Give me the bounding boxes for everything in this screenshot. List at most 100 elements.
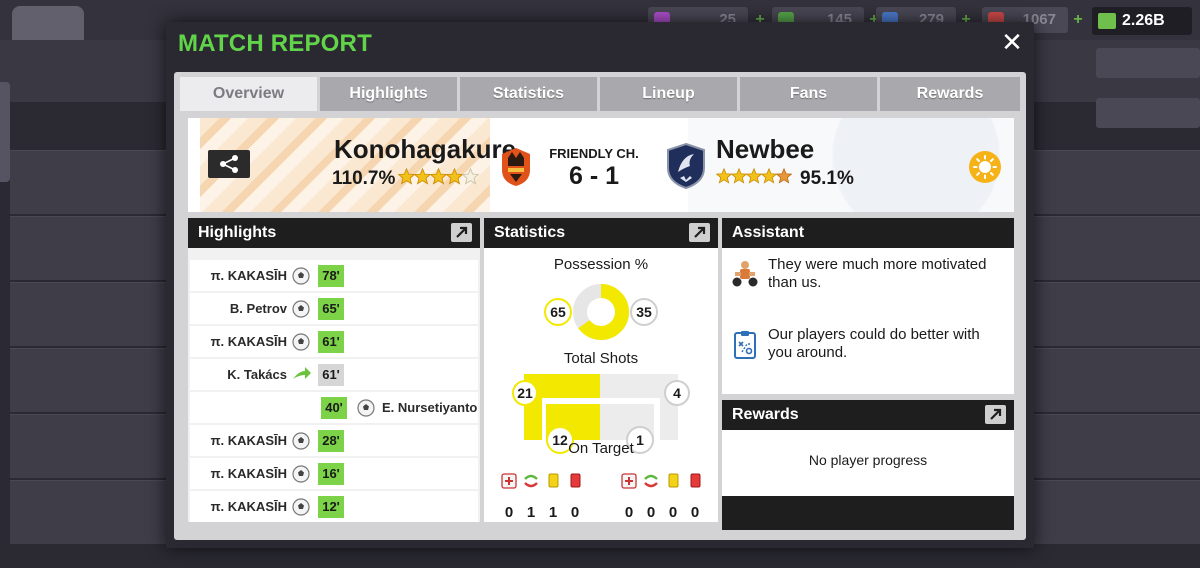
final-score: 6 - 1	[568, 162, 620, 190]
report-panel: Overview Highlights Statistics Lineup Fa…	[174, 72, 1026, 540]
away-team-name: Newbee	[716, 134, 815, 164]
possession-home-value: 65	[544, 298, 572, 326]
close-button[interactable]: ✕	[1000, 30, 1024, 56]
away-yellow-cards-count: 0	[668, 504, 678, 521]
highlight-row: π. KAKASĪH 28'	[190, 425, 478, 456]
possession-donut	[573, 284, 629, 340]
event-minute: 28'	[318, 430, 344, 452]
player-name: K. Takács	[227, 367, 287, 382]
goal-ball-icon	[292, 465, 310, 483]
rewards-footer	[722, 496, 1014, 530]
background-button	[1096, 98, 1200, 128]
rewards-title: Rewards	[732, 406, 799, 423]
expand-arrow-icon	[694, 226, 706, 238]
expand-statistics-button[interactable]	[689, 223, 710, 242]
tab-highlights[interactable]: Highlights	[320, 77, 459, 111]
substitution-arrow-icon	[293, 367, 311, 379]
goal-ball-icon	[292, 432, 310, 450]
expand-rewards-button[interactable]	[985, 405, 1006, 424]
assistant-title: Assistant	[732, 224, 805, 241]
rewards-header: Rewards	[722, 400, 1014, 430]
highlight-row: K. Takács 61'	[190, 359, 478, 390]
highlights-title: Highlights	[198, 224, 277, 241]
event-minute: 12'	[318, 496, 344, 518]
sunny-weather-icon	[969, 151, 1001, 183]
add-health-button[interactable]: +	[1068, 7, 1088, 33]
match-report-modal: MATCH REPORT ✕ Overview Highlights Stati…	[166, 22, 1034, 548]
away-team-badge-icon	[667, 142, 705, 190]
yellow-card-icon	[668, 473, 679, 488]
event-minute: 61'	[318, 331, 344, 353]
goal-ball-icon	[292, 300, 310, 318]
substitution-icon	[644, 474, 658, 488]
tab-statistics[interactable]: Statistics	[460, 77, 599, 111]
home-substitutions-count: 1	[526, 504, 536, 521]
home-yellow-cards-count: 1	[548, 504, 558, 521]
event-minute: 16'	[318, 463, 344, 485]
modal-title: MATCH REPORT	[178, 30, 372, 57]
event-minute: 61'	[318, 364, 344, 386]
goal-ball-icon	[292, 267, 310, 285]
player-name: π. KAKASĪH	[210, 466, 287, 481]
share-button[interactable]	[208, 150, 250, 178]
highlights-header: Highlights	[188, 218, 480, 248]
tab-overview[interactable]: Overview	[180, 77, 319, 111]
away-star-rating	[716, 168, 792, 184]
highlight-row: B. Petrov 65'	[190, 293, 478, 324]
rewards-text: No player progress	[808, 452, 928, 468]
highlight-row: π. KAKASĪH 16'	[190, 458, 478, 489]
away-injuries-count: 0	[624, 504, 634, 521]
statistics-section: Statistics Possession % 65 35 Total Shot…	[484, 218, 718, 522]
assistant-message-text: Our players could do better with you aro…	[768, 326, 980, 361]
yellow-card-icon	[548, 473, 559, 488]
away-pattern-background	[688, 118, 1014, 212]
shots-away-value: 4	[664, 380, 690, 406]
statistics-title: Statistics	[494, 224, 566, 241]
goal-ball-icon	[292, 498, 310, 516]
event-minute: 40'	[321, 397, 347, 419]
home-injuries-count: 0	[504, 504, 514, 521]
away-red-cards-count: 0	[690, 504, 700, 521]
player-name: π. KAKASĪH	[210, 433, 287, 448]
assistant-section: Assistant They were much more motivated …	[722, 218, 1014, 394]
tab-lineup[interactable]: Lineup	[600, 77, 739, 111]
player-name: π. KAKASĪH	[210, 268, 287, 283]
competition-label: FRIENDLY CH.	[549, 146, 639, 161]
total-shots-label: Total Shots	[563, 350, 639, 367]
motivation-icon	[732, 261, 758, 287]
injury-icon	[501, 473, 517, 489]
highlight-row: π. KAKASĪH 12'	[190, 491, 478, 522]
away-substitutions-count: 0	[646, 504, 656, 521]
away-team-rating: 95.1%	[800, 168, 854, 189]
on-target-label: On Target	[568, 440, 634, 457]
assistant-header: Assistant	[722, 218, 1014, 248]
tab-fans[interactable]: Fans	[740, 77, 879, 111]
substitution-icon	[524, 474, 538, 488]
statistics-header: Statistics	[484, 218, 718, 248]
tab-rewards[interactable]: Rewards	[880, 77, 1020, 111]
red-card-icon	[570, 473, 581, 488]
background-button	[1096, 48, 1200, 78]
home-team-rating: 110.7%	[332, 168, 396, 189]
event-minute: 65'	[318, 298, 344, 320]
cash-display[interactable]: 2.26B	[1092, 7, 1192, 35]
player-name: π. KAKASĪH	[210, 334, 287, 349]
background-side-tab	[0, 82, 10, 182]
expand-highlights-button[interactable]	[451, 223, 472, 242]
rewards-section: Rewards No player progress	[722, 400, 1014, 530]
home-team-name: Konohagakure	[334, 134, 517, 164]
shots-chart	[524, 374, 678, 440]
highlight-row: π. KAKASĪH 78'	[190, 260, 478, 291]
player-name: E. Nursetiyanto	[382, 400, 478, 415]
share-icon	[220, 155, 238, 173]
injury-icon	[621, 473, 637, 489]
event-minute: 78'	[318, 265, 344, 287]
red-card-icon	[690, 473, 701, 488]
expand-arrow-icon	[990, 408, 1002, 420]
highlight-row: 40' E. Nursetiyanto	[190, 392, 478, 423]
shots-home-value: 21	[512, 380, 538, 406]
tab-bar: Overview Highlights Statistics Lineup Fa…	[180, 77, 1020, 111]
expand-arrow-icon	[456, 226, 468, 238]
match-header: Konohagakure 110.7% FRIENDLY CH. 6 - 1 N…	[188, 118, 1014, 212]
goal-ball-icon	[357, 399, 375, 417]
